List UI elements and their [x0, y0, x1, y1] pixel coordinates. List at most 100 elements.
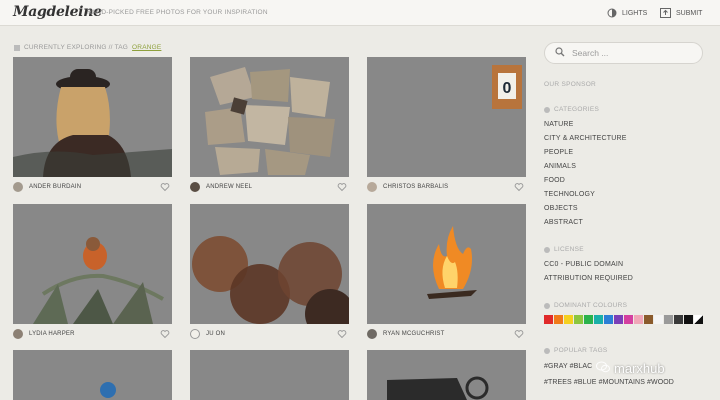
photo-image[interactable] — [367, 204, 526, 324]
colour-swatch[interactable] — [594, 315, 603, 324]
tag-icon — [14, 44, 20, 51]
heart-icon[interactable] — [514, 182, 524, 192]
photo-card[interactable]: ANDREW NEEL — [190, 57, 349, 192]
colour-swatch[interactable] — [684, 315, 693, 324]
top-header: Magdeleine HAND-PICKED FREE PHOTOS FOR Y… — [0, 0, 720, 26]
license-attribution[interactable]: ATTRIBUTION REQUIRED — [544, 275, 633, 282]
colour-swatch-bw[interactable] — [694, 315, 703, 324]
category-people[interactable]: PEOPLE — [544, 149, 573, 156]
photo-card[interactable] — [367, 350, 526, 400]
colour-swatch[interactable] — [564, 315, 573, 324]
avatar[interactable] — [13, 329, 23, 339]
heart-icon[interactable] — [514, 329, 524, 339]
photo-card[interactable] — [13, 350, 172, 400]
avatar[interactable] — [190, 329, 200, 339]
photo-card[interactable]: JU ON — [190, 204, 349, 339]
tags-title: POPULAR TAGS — [554, 347, 608, 354]
search-input[interactable] — [572, 48, 692, 58]
photo-image[interactable] — [367, 350, 526, 400]
breadcrumb: CURRENTLY EXPLORING // TAG ORANGE — [14, 44, 161, 51]
author-name[interactable]: ANDER BURDAIN — [29, 184, 81, 190]
colours-heading: DOMINANT COLOURS — [544, 302, 627, 309]
colour-swatch[interactable] — [624, 315, 633, 324]
breadcrumb-prefix: CURRENTLY EXPLORING // TAG — [24, 44, 129, 51]
upload-icon — [660, 8, 671, 18]
sponsor-label: OUR SPONSOR — [544, 81, 597, 88]
wechat-icon — [596, 361, 610, 376]
photo-card[interactable]: 0 CHRISTOS BARBALIS — [367, 57, 526, 192]
category-food[interactable]: FOOD — [544, 177, 565, 184]
colour-swatches — [544, 315, 703, 324]
lights-label: LIGHTS — [622, 9, 648, 17]
photo-card[interactable] — [190, 350, 349, 400]
author-name[interactable]: JU ON — [206, 331, 225, 337]
lightbulb-icon — [607, 8, 617, 18]
photo-image[interactable] — [190, 350, 349, 400]
author-name[interactable]: RYAN MCGUCHRIST — [383, 331, 444, 337]
lights-toggle-button[interactable]: LIGHTS — [607, 6, 647, 20]
license-cc0[interactable]: CC0 - PUBLIC DOMAIN — [544, 261, 623, 268]
breadcrumb-tag-link[interactable]: ORANGE — [132, 44, 161, 51]
photo-image[interactable]: 0 — [367, 57, 526, 177]
photo-card[interactable]: LYDIA HARPER — [13, 204, 172, 339]
photo-card[interactable]: RYAN MCGUCHRIST — [367, 204, 526, 339]
colour-swatch[interactable] — [554, 315, 563, 324]
categories-heading: CATEGORIES — [544, 106, 599, 113]
category-objects[interactable]: OBJECTS — [544, 205, 578, 212]
author-name[interactable]: LYDIA HARPER — [29, 331, 75, 337]
categories-title: CATEGORIES — [554, 106, 600, 113]
watermark: marxhub — [596, 361, 665, 376]
photo-card[interactable]: ANDER BURDAIN — [13, 57, 172, 192]
photo-image[interactable] — [13, 350, 172, 400]
colour-swatch[interactable] — [614, 315, 623, 324]
popular-tags-line[interactable]: #GRAY #BLAC — [544, 363, 592, 370]
search-icon — [555, 44, 565, 62]
photo-meta: JU ON — [190, 328, 349, 340]
photo-meta: ANDREW NEEL — [190, 181, 349, 193]
colours-title: DOMINANT COLOURS — [554, 302, 628, 309]
avatar[interactable] — [13, 182, 23, 192]
avatar[interactable] — [367, 182, 377, 192]
colour-swatch[interactable] — [674, 315, 683, 324]
colour-swatch[interactable] — [604, 315, 613, 324]
popular-tags-line[interactable]: #TREES #BLUE #MOUNTAINS #WOOD — [544, 379, 674, 386]
submit-button[interactable]: SUBMIT — [660, 6, 702, 20]
license-heading: LICENSE — [544, 246, 584, 253]
submit-label: SUBMIT — [676, 9, 703, 17]
category-city-architecture[interactable]: CITY & ARCHITECTURE — [544, 135, 627, 142]
license-title: LICENSE — [554, 246, 584, 253]
photo-image[interactable] — [190, 204, 349, 324]
category-technology[interactable]: TECHNOLOGY — [544, 191, 595, 198]
heart-icon[interactable] — [160, 329, 170, 339]
svg-text:0: 0 — [503, 80, 512, 97]
heart-icon[interactable] — [337, 329, 347, 339]
avatar[interactable] — [190, 182, 200, 192]
category-abstract[interactable]: ABSTRACT — [544, 219, 583, 226]
droplet-icon — [544, 302, 550, 309]
colour-swatch[interactable] — [664, 315, 673, 324]
heart-icon[interactable] — [160, 182, 170, 192]
author-name[interactable]: ANDREW NEEL — [206, 184, 252, 190]
watermark-text: marxhub — [614, 361, 665, 376]
heart-icon[interactable] — [337, 182, 347, 192]
colour-swatch[interactable] — [544, 315, 553, 324]
author-name[interactable]: CHRISTOS BARBALIS — [383, 184, 448, 190]
category-animals[interactable]: ANIMALS — [544, 163, 576, 170]
photo-image[interactable] — [13, 204, 172, 324]
category-nature[interactable]: NATURE — [544, 121, 573, 128]
photo-meta: LYDIA HARPER — [13, 328, 172, 340]
tags-heading: POPULAR TAGS — [544, 347, 608, 354]
avatar[interactable] — [367, 329, 377, 339]
search-box[interactable] — [544, 42, 703, 64]
photo-image[interactable] — [190, 57, 349, 177]
colour-swatch[interactable] — [644, 315, 653, 324]
colour-swatch[interactable] — [634, 315, 643, 324]
site-tagline: HAND-PICKED FREE PHOTOS FOR YOUR INSPIRA… — [87, 9, 268, 16]
license-icon — [544, 246, 550, 253]
colour-swatch[interactable] — [574, 315, 583, 324]
photo-meta: RYAN MCGUCHRIST — [367, 328, 526, 340]
colour-swatch[interactable] — [654, 315, 663, 324]
photo-image[interactable] — [13, 57, 172, 177]
colour-swatch[interactable] — [584, 315, 593, 324]
tag-icon — [544, 347, 550, 354]
